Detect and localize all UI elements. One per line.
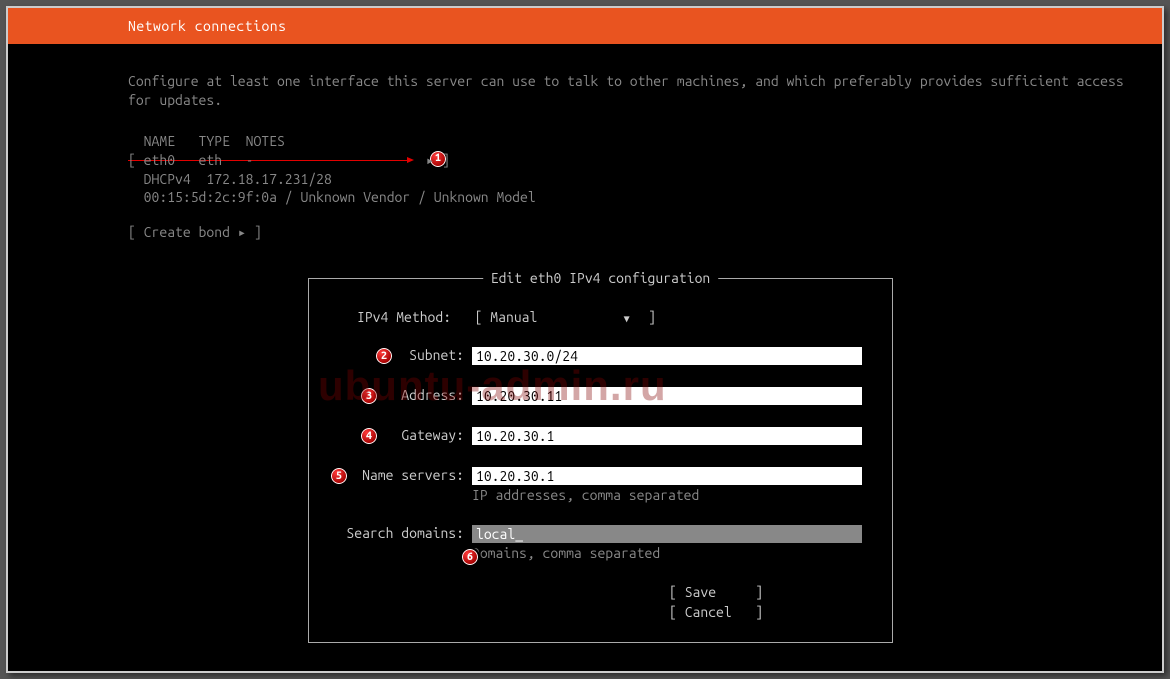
annotation-badge-6: 6 xyxy=(460,547,480,567)
searchdomains-hint: Domains, comma separated xyxy=(472,545,862,561)
searchdomains-label: Search domains: xyxy=(339,525,472,541)
description-text: Configure at least one interface this se… xyxy=(128,72,1128,110)
annotation-badge-4: 4 xyxy=(359,426,379,446)
interface-eth0-row[interactable]: [ eth0 eth - ▸ ] xyxy=(128,152,450,168)
dialog-title: Edit eth0 IPv4 configuration xyxy=(483,270,719,286)
subnet-label: Subnet: xyxy=(339,347,472,363)
gateway-input[interactable]: 10.20.30.1 xyxy=(472,427,862,445)
ipv4-method-row: IPv4 Method: [ Manual ▼ ] xyxy=(357,309,862,325)
title-text: Network connections xyxy=(128,18,286,34)
nameservers-label: Name servers: xyxy=(339,467,472,483)
searchdomains-input[interactable]: local_ xyxy=(472,525,862,543)
chevron-down-icon: ▼ xyxy=(624,313,630,324)
interface-dhcp-line: DHCPv4 172.18.17.231/28 xyxy=(128,170,1162,189)
page-title: Network connections xyxy=(8,8,1162,44)
ipv4-method-select[interactable]: Manual ▼ xyxy=(490,309,640,325)
edit-ipv4-dialog: Edit eth0 IPv4 configuration IPv4 Method… xyxy=(308,278,893,643)
create-bond-button[interactable]: [ Create bond ▸ ] xyxy=(128,223,1162,242)
nameservers-input[interactable]: 10.20.30.1 xyxy=(472,467,862,485)
subnet-input[interactable]: 10.20.30.0/24 xyxy=(472,347,862,365)
ipv4-method-label: IPv4 Method: xyxy=(357,309,451,325)
annotation-badge-5: 5 xyxy=(329,466,349,486)
address-input[interactable]: 10.20.30.11 xyxy=(472,387,862,405)
nameservers-hint: IP addresses, comma separated xyxy=(472,487,862,503)
annotation-badge-2: 2 xyxy=(374,346,394,366)
interface-mac-line: 00:15:5d:2c:9f:0a / Unknown Vendor / Unk… xyxy=(128,188,1162,207)
columns-header: NAME TYPE NOTES xyxy=(128,132,1162,151)
save-button[interactable]: [ Save ] xyxy=(669,583,862,603)
cancel-button[interactable]: [ Cancel ] xyxy=(669,603,862,623)
annotation-badge-3: 3 xyxy=(359,386,379,406)
